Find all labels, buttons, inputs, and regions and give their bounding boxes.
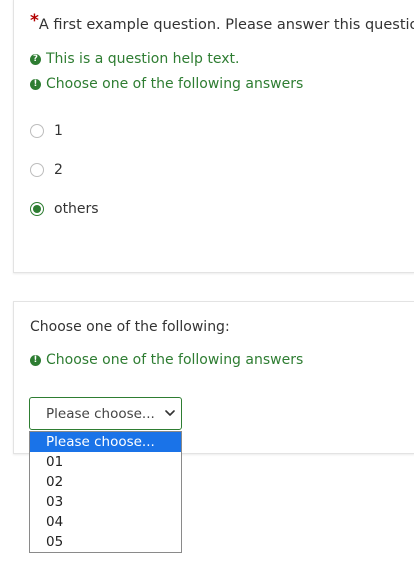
radio-label-others[interactable]: others	[54, 201, 99, 217]
radio-label-2[interactable]: 2	[54, 162, 63, 178]
radio-option-others[interactable]: others	[30, 201, 99, 217]
answer-select-dropdown: Please choose... 01 02 03 04 05	[29, 431, 182, 553]
select-option-05[interactable]: 05	[30, 532, 181, 552]
radio-button-1[interactable]	[30, 124, 44, 138]
radio-option-2[interactable]: 2	[30, 162, 63, 178]
answer-select-value: Please choose...	[46, 405, 155, 422]
answer-select[interactable]: Please choose...	[29, 397, 182, 430]
select-option-04[interactable]: 04	[30, 512, 181, 532]
question-2-tip-text: Choose one of the following answers	[46, 352, 304, 368]
question-1-tip: ! Choose one of the following answers	[30, 76, 303, 92]
select-option-03[interactable]: 03	[30, 492, 181, 512]
exclamation-circle-icon: !	[30, 78, 41, 90]
question-1-help-text: This is a question help text.	[46, 51, 240, 67]
question-1-help: ? This is a question help text.	[30, 51, 239, 67]
radio-option-1[interactable]: 1	[30, 123, 63, 139]
required-asterisk: *	[30, 11, 39, 31]
question-2-tip: ! Choose one of the following answers	[30, 352, 303, 368]
question-2-text: Choose one of the following:	[30, 319, 230, 335]
question-1-text: *A first example question. Please answer…	[30, 11, 414, 34]
exclamation-circle-icon: !	[30, 354, 41, 366]
chevron-down-icon	[165, 410, 175, 416]
question-circle-icon: ?	[30, 53, 41, 65]
select-option-01[interactable]: 01	[30, 452, 181, 472]
select-option-02[interactable]: 02	[30, 472, 181, 492]
radio-button-2[interactable]	[30, 163, 44, 177]
question-1-tip-text: Choose one of the following answers	[46, 76, 304, 92]
select-option-please-choose[interactable]: Please choose...	[30, 432, 181, 452]
radio-button-others[interactable]	[30, 202, 44, 216]
question-1-label: A first example question. Please answer …	[38, 17, 414, 33]
question-1-card: *A first example question. Please answer…	[13, 0, 414, 273]
radio-label-1[interactable]: 1	[54, 123, 63, 139]
